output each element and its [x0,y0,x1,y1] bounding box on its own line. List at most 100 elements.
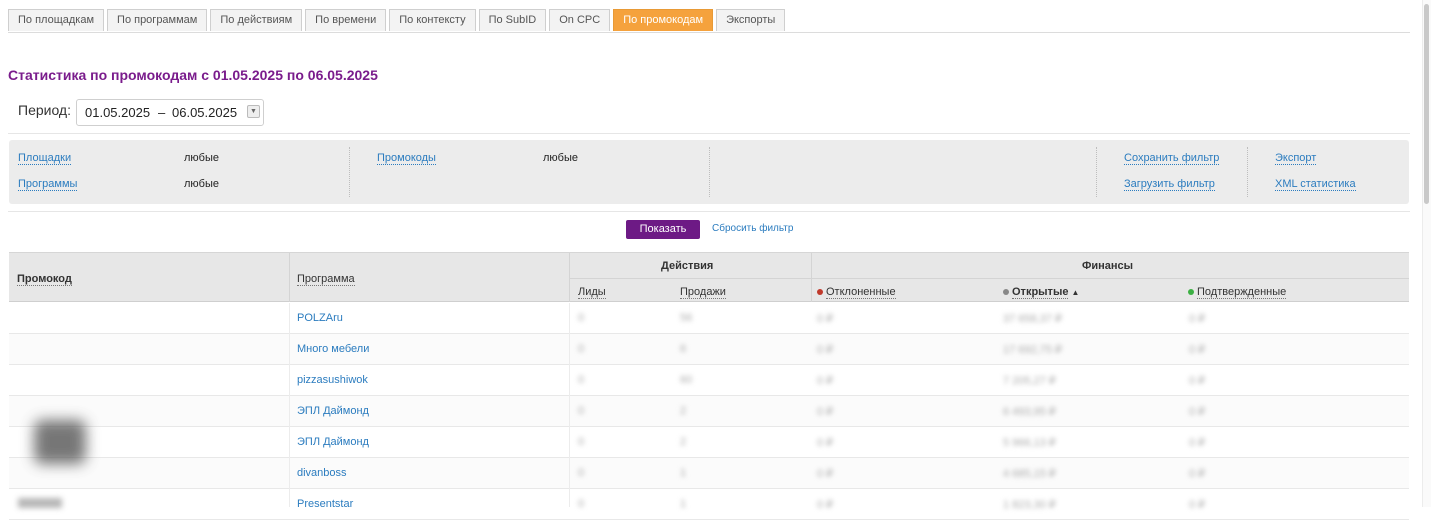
cell-rejected: 0 ₽ [817,344,834,356]
cell-rejected: 0 ₽ [817,375,834,387]
cell-confirmed: 0 ₽ [1189,344,1206,356]
cell-leads: 0 [578,405,585,417]
table-row: Много мебели 0 6 0 ₽ 17 692,75 ₽ 0 ₽ [9,334,1409,365]
cell-rejected: 0 ₽ [817,313,834,325]
col-open-label: Открытые [1012,286,1069,299]
cell-sales: 60 [680,374,693,386]
cell-confirmed: 0 ₽ [1189,468,1206,480]
header-subdivider [570,278,1409,279]
cell-program[interactable]: Много мебели [297,343,369,355]
sort-asc-icon: ▲ [1071,288,1080,297]
cell-leads: 0 [578,467,585,479]
col-leads[interactable]: Лиды [578,286,606,299]
open-status-dot-icon [1003,289,1009,295]
cell-leads: 0 [578,343,585,355]
cell-program[interactable]: ЭПЛ Даймонд [297,436,369,448]
col-divider [289,253,290,302]
cell-program[interactable]: POLZAru [297,312,343,324]
save-filter-link[interactable]: Сохранить фильтр [1124,152,1220,165]
filter-promocodes-value: любые [543,152,578,164]
divider [8,211,1410,212]
col-confirmed-label: Подтвержденные [1197,286,1287,299]
tab-0[interactable]: По площадкам [8,9,105,31]
period-label: Период: [18,102,71,118]
cell-open: 7 205,27 ₽ [1003,375,1056,387]
table-row: ЭПЛ Даймонд 0 2 0 ₽ 5 966,13 ₽ 0 ₽ [9,427,1409,458]
col-program[interactable]: Программа [297,273,355,286]
cell-sales: 6 [680,343,687,355]
cell-confirmed: 0 ₽ [1189,313,1206,325]
filter-platforms-value: любые [184,152,219,164]
filter-divider [1096,147,1097,197]
cell-rejected: 0 ₽ [817,468,834,480]
group-actions: Действия [661,260,714,272]
show-button[interactable]: Показать [626,220,700,239]
tab-5[interactable]: По SubID [478,9,547,31]
reset-filter-link[interactable]: Сбросить фильтр [712,223,793,234]
cell-open: 5 966,13 ₽ [1003,437,1056,449]
report-tabs: По площадкам По программам По действиям По … [8,9,788,32]
tabs-divider [8,32,1410,33]
load-filter-link[interactable]: Загрузить фильтр [1124,178,1215,191]
cell-sales: 1 [680,498,687,510]
cell-sales: 2 [680,405,687,417]
filter-divider [709,147,710,197]
cell-open: 6 493,95 ₽ [1003,406,1056,418]
cell-sales: 56 [680,312,693,324]
period-to: 06.05.2025 [172,105,238,120]
table-row: Presentstar 0 1 0 ₽ 1 823,30 ₽ 0 ₽ [9,489,1409,520]
col-promocode[interactable]: Промокод [17,273,72,286]
tab-4[interactable]: По контексту [389,9,476,31]
cell-open: 4 685,15 ₽ [1003,468,1056,480]
cell-leads: 0 [578,374,585,386]
filter-programs-value: любые [184,178,219,190]
tab-3[interactable]: По времени [305,9,387,31]
table-row: POLZAru 0 56 0 ₽ 37 658,37 ₽ 0 ₽ [9,303,1409,334]
cell-sales: 2 [680,436,687,448]
tab-7[interactable]: По промокодам [613,9,714,31]
export-link[interactable]: Экспорт [1275,152,1317,165]
chevron-down-icon[interactable]: ▼ [247,105,260,118]
period-from: 01.05.2025 [85,105,151,120]
scrollbar-thumb[interactable] [1424,4,1429,204]
col-confirmed[interactable]: Подтвержденные [1188,286,1287,299]
cell-confirmed: 0 ₽ [1189,375,1206,387]
cell-sales: 1 [680,467,687,479]
filter-panel: Площадки любые Программы любые Промокоды… [9,140,1409,204]
cell-confirmed: 0 ₽ [1189,406,1206,418]
page-title: Статистика по промокодам с 01.05.2025 по… [8,67,378,83]
table-row: divanboss 0 1 0 ₽ 4 685,15 ₽ 0 ₽ [9,458,1409,489]
tab-8[interactable]: Экспорты [716,9,786,31]
divider [8,133,1410,134]
cell-leads: 0 [578,312,585,324]
tab-6[interactable]: On CPC [549,9,611,31]
cell-rejected: 0 ₽ [817,406,834,418]
filter-promocodes-link[interactable]: Промокоды [377,152,436,165]
rejected-status-dot-icon [817,289,823,295]
promocode-redacted [34,420,86,464]
tab-1[interactable]: По программам [107,9,208,31]
cell-program[interactable]: ЭПЛ Даймонд [297,405,369,417]
group-finance: Финансы [1082,260,1134,272]
cell-leads: 0 [578,436,585,448]
col-rejected[interactable]: Отклоненные [817,286,896,299]
cell-open: 1 823,30 ₽ [1003,499,1056,511]
period-picker[interactable]: 01.05.2025 – 06.05.2025 ▼ [76,99,264,126]
cell-program[interactable]: Presentstar [297,498,353,510]
cell-rejected: 0 ₽ [817,437,834,449]
col-divider [569,303,570,507]
col-sales[interactable]: Продажи [680,286,726,299]
cell-leads: 0 [578,498,585,510]
period-dash: – [158,105,166,120]
col-rejected-label: Отклоненные [826,286,896,299]
xml-stats-link[interactable]: XML статистика [1275,178,1356,191]
filter-divider [349,147,350,197]
col-open[interactable]: Открытые ▲ [1003,286,1080,299]
cell-program[interactable]: divanboss [297,467,347,479]
filter-programs-link[interactable]: Программы [18,178,78,191]
filter-platforms-link[interactable]: Площадки [18,152,72,165]
cell-program[interactable]: pizzasushiwok [297,374,368,386]
tab-2[interactable]: По действиям [210,9,303,31]
cell-open: 37 658,37 ₽ [1003,313,1062,325]
table-row: pizzasushiwok 0 60 0 ₽ 7 205,27 ₽ 0 ₽ [9,365,1409,396]
